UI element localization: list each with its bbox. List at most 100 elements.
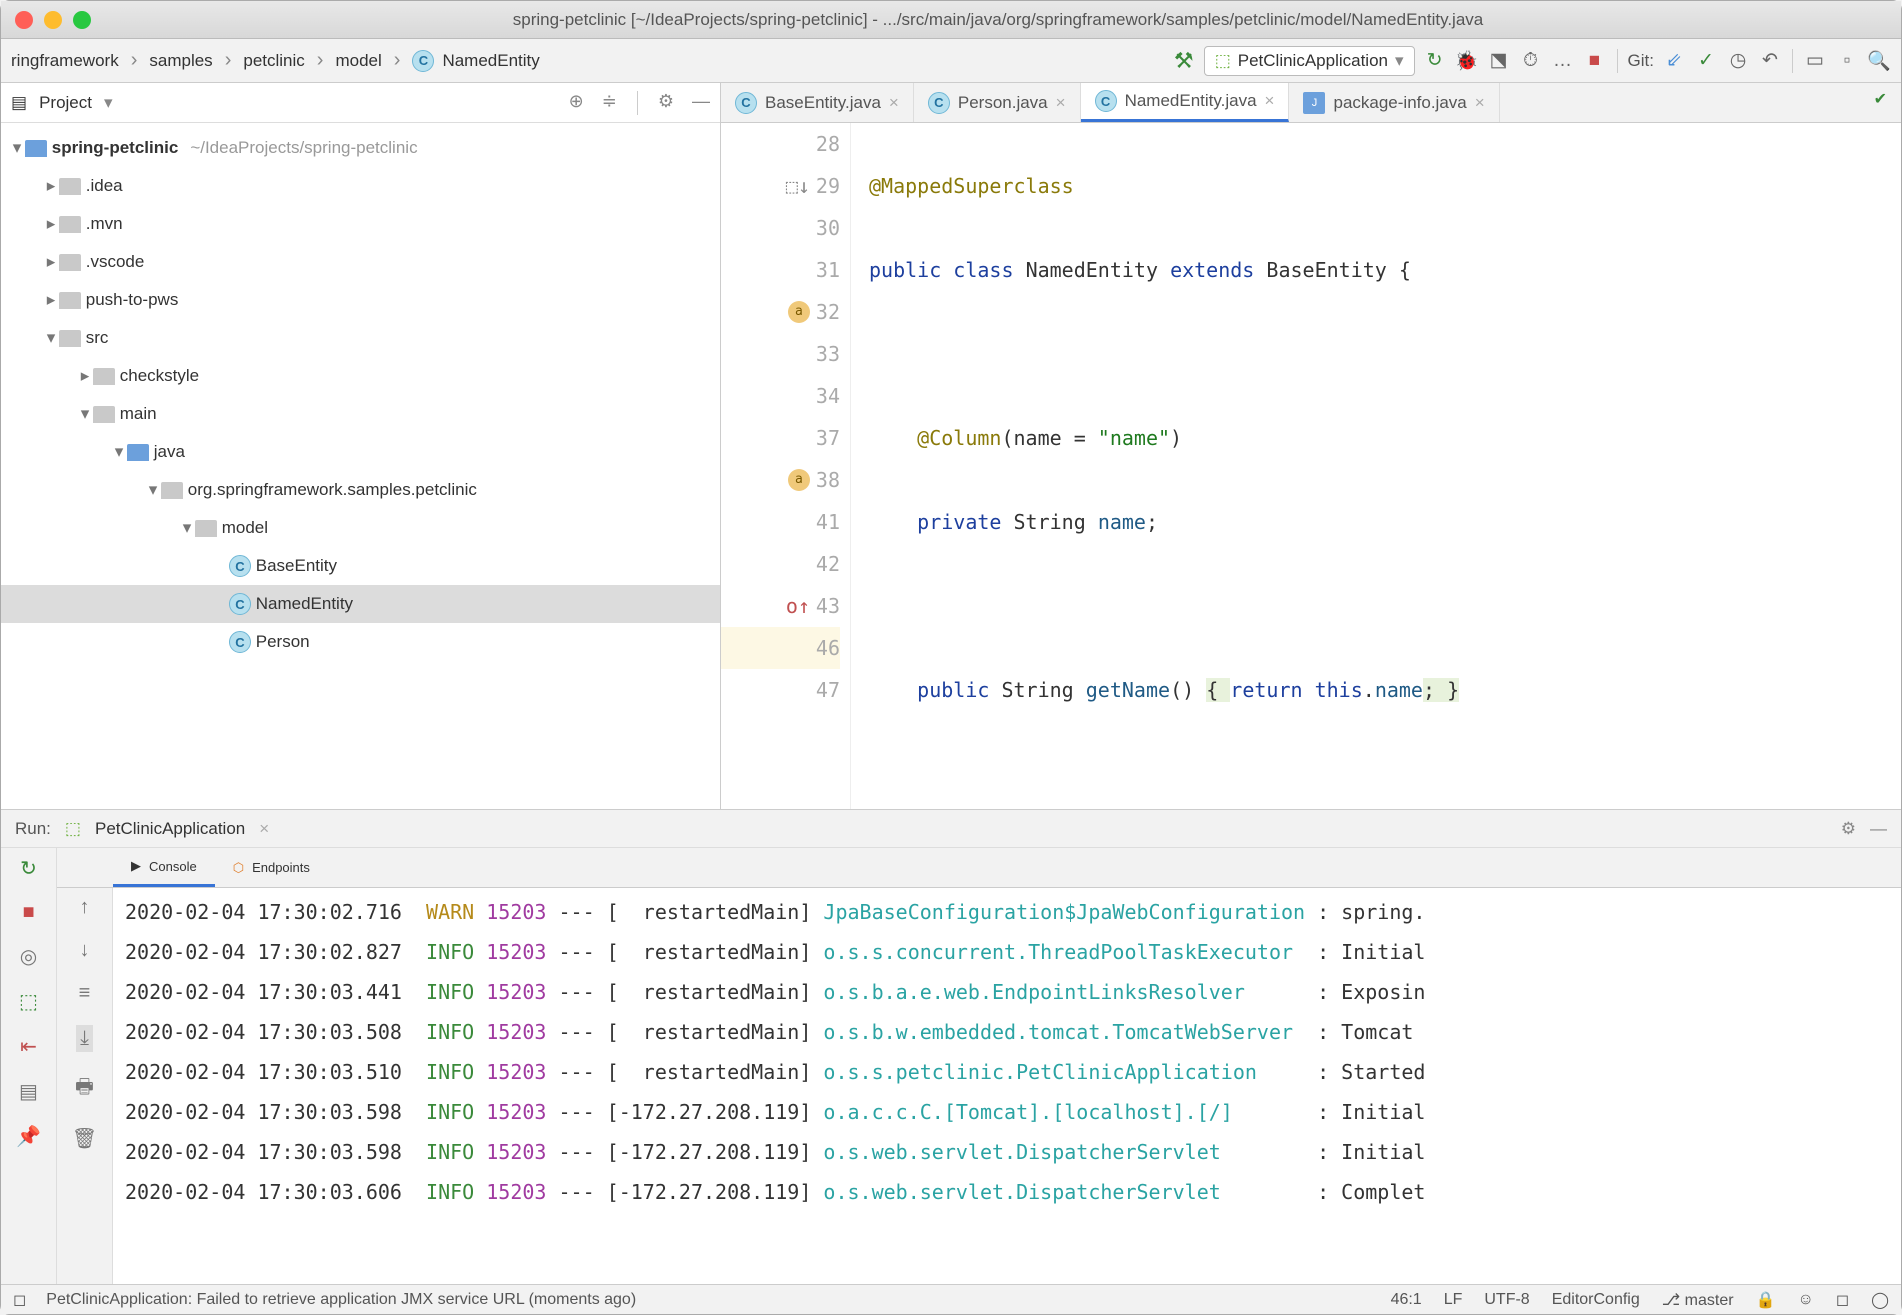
gear-icon[interactable]: ⚙: [658, 91, 674, 115]
chevron-down-icon[interactable]: ▾: [179, 518, 195, 538]
tree-node[interactable]: ▸ .idea: [1, 167, 720, 205]
git-branch[interactable]: ⎇ master: [1662, 1290, 1734, 1310]
close-window-icon[interactable]: [15, 11, 33, 29]
print-icon[interactable]: 🖶: [75, 1072, 94, 1106]
wrap-icon[interactable]: ≡: [79, 982, 91, 1005]
gear-icon[interactable]: ⚙: [1841, 819, 1856, 839]
breadcrumb-item[interactable]: petclinic: [243, 51, 304, 71]
console-output[interactable]: 2020-02-04 17:30:02.716 WARN 15203 --- […: [113, 888, 1901, 1284]
chevron-right-icon[interactable]: ▸: [43, 290, 59, 310]
chevron-down-icon[interactable]: ▾: [9, 138, 25, 158]
gutter-icon[interactable]: ⬚↓: [786, 165, 810, 207]
hide-icon[interactable]: —: [1870, 819, 1887, 839]
project-pane-title[interactable]: Project: [39, 93, 92, 113]
lock-icon[interactable]: 🔒: [1756, 1290, 1776, 1310]
git-history-button[interactable]: ◷: [1726, 49, 1750, 73]
scroll-end-icon[interactable]: ⤓: [76, 1025, 93, 1052]
tree-node[interactable]: ▸ checkstyle: [1, 357, 720, 395]
chevron-right-icon[interactable]: ▸: [43, 252, 59, 272]
stop-button[interactable]: [1583, 49, 1607, 73]
stop-button[interactable]: ■: [22, 901, 34, 924]
down-icon[interactable]: ↓: [80, 939, 90, 962]
chevron-right-icon[interactable]: ▸: [43, 214, 59, 234]
close-icon[interactable]: ×: [1475, 93, 1485, 113]
tree-node[interactable]: ▸ push-to-pws: [1, 281, 720, 319]
clear-icon[interactable]: 🗑: [72, 1126, 97, 1151]
caret-position[interactable]: 46:1: [1391, 1291, 1422, 1309]
layout-button[interactable]: ⬚: [19, 989, 38, 1014]
up-icon[interactable]: ↑: [80, 896, 90, 919]
breadcrumb-class[interactable]: NamedEntity: [442, 51, 539, 71]
code-body[interactable]: @MappedSuperclass public class NamedEnti…: [851, 123, 1901, 809]
tree-node[interactable]: ▾ model: [1, 509, 720, 547]
close-icon[interactable]: ×: [889, 93, 899, 113]
tool-windows-icon[interactable]: ◻: [13, 1290, 26, 1310]
close-icon[interactable]: ×: [1056, 93, 1066, 113]
gutter-override-icon[interactable]: o↑: [786, 585, 810, 627]
tree-node[interactable]: ▾ src: [1, 319, 720, 357]
tree-node-class-selected[interactable]: C NamedEntity: [1, 585, 720, 623]
tree-node-class[interactable]: C Person: [1, 623, 720, 661]
breadcrumb-item[interactable]: ringframework: [11, 51, 119, 71]
ide-settings-button[interactable]: ▫: [1835, 49, 1859, 73]
run-button[interactable]: ↻: [1423, 49, 1447, 73]
breadcrumb-item[interactable]: model: [335, 51, 381, 71]
processes-icon[interactable]: ◻: [1836, 1290, 1849, 1310]
editor-tab-active[interactable]: CNamedEntity.java×: [1081, 83, 1290, 122]
locate-icon[interactable]: ⊕: [569, 91, 584, 115]
memory-icon[interactable]: ◯: [1871, 1290, 1889, 1310]
tree-node-class[interactable]: C BaseEntity: [1, 547, 720, 585]
editor-tab[interactable]: CPerson.java×: [914, 83, 1081, 122]
run-app-name[interactable]: PetClinicApplication: [95, 819, 245, 839]
tab-endpoints[interactable]: ⬡Endpoints: [215, 848, 328, 887]
editor-config[interactable]: EditorConfig: [1552, 1291, 1640, 1309]
git-update-button[interactable]: ⇙: [1662, 49, 1686, 73]
build-button[interactable]: [1172, 49, 1196, 73]
tree-node[interactable]: ▸ .mvn: [1, 205, 720, 243]
gutter-annotation-icon[interactable]: a: [788, 301, 810, 323]
profile-button[interactable]: ⏱: [1519, 49, 1543, 73]
debug-button[interactable]: 🐞: [1455, 49, 1479, 73]
expand-all-icon[interactable]: ≑: [602, 91, 617, 115]
tree-node[interactable]: ▸ .vscode: [1, 243, 720, 281]
hide-icon[interactable]: —: [692, 91, 710, 115]
tree-node[interactable]: ▾ org.springframework.samples.petclinic: [1, 471, 720, 509]
code-editor[interactable]: 28 ⬚↓29 30 31 a32 33 34 37 a38 41 42 o↑4…: [721, 123, 1901, 809]
minimize-window-icon[interactable]: [44, 11, 62, 29]
editor-tab[interactable]: CBaseEntity.java×: [721, 83, 914, 122]
tree-node-root[interactable]: ▾ spring-petclinic ~/IdeaProjects/spring…: [1, 129, 720, 167]
git-revert-button[interactable]: ↶: [1758, 49, 1782, 73]
project-tree[interactable]: ▾ spring-petclinic ~/IdeaProjects/spring…: [1, 123, 720, 809]
editor-tab[interactable]: Jpackage-info.java×: [1289, 83, 1499, 122]
chevron-down-icon[interactable]: ▾: [145, 480, 161, 500]
zoom-window-icon[interactable]: [73, 11, 91, 29]
dump-button[interactable]: ◎: [20, 944, 37, 969]
gutter-annotation-icon[interactable]: a: [788, 469, 810, 491]
tab-console[interactable]: ▶Console: [113, 848, 215, 887]
breadcrumb[interactable]: ringframework samples petclinic model C …: [11, 49, 540, 72]
rerun-button[interactable]: ↻: [20, 856, 37, 881]
project-structure-button[interactable]: ▭: [1803, 49, 1827, 73]
close-icon[interactable]: ×: [1265, 91, 1275, 111]
git-commit-button[interactable]: ✓: [1694, 49, 1718, 73]
file-encoding[interactable]: UTF-8: [1484, 1291, 1529, 1309]
chevron-down-icon[interactable]: ▾: [104, 93, 113, 113]
pin-icon[interactable]: 📌: [16, 1124, 41, 1149]
inspector-icon[interactable]: ☺: [1797, 1291, 1813, 1309]
layout-icon[interactable]: ▤: [19, 1079, 38, 1104]
tree-node[interactable]: ▾ java: [1, 433, 720, 471]
coverage-button[interactable]: ⬔: [1487, 49, 1511, 73]
chevron-down-icon[interactable]: ▾: [111, 442, 127, 462]
run-configuration-select[interactable]: ⬚ PetClinicApplication ▾: [1204, 46, 1415, 76]
tree-node[interactable]: ▾ main: [1, 395, 720, 433]
status-message[interactable]: PetClinicApplication: Failed to retrieve…: [46, 1291, 636, 1309]
exit-button[interactable]: ⇤: [20, 1034, 37, 1059]
chevron-right-icon[interactable]: ▸: [77, 366, 93, 386]
search-everywhere-button[interactable]: 🔍: [1867, 49, 1891, 73]
chevron-down-icon[interactable]: ▾: [43, 328, 59, 348]
breadcrumb-item[interactable]: samples: [149, 51, 212, 71]
line-separator[interactable]: LF: [1444, 1291, 1463, 1309]
chevron-right-icon[interactable]: ▸: [43, 176, 59, 196]
attach-button[interactable]: …: [1551, 49, 1575, 73]
inspection-ok-icon[interactable]: ✔: [1874, 89, 1887, 109]
